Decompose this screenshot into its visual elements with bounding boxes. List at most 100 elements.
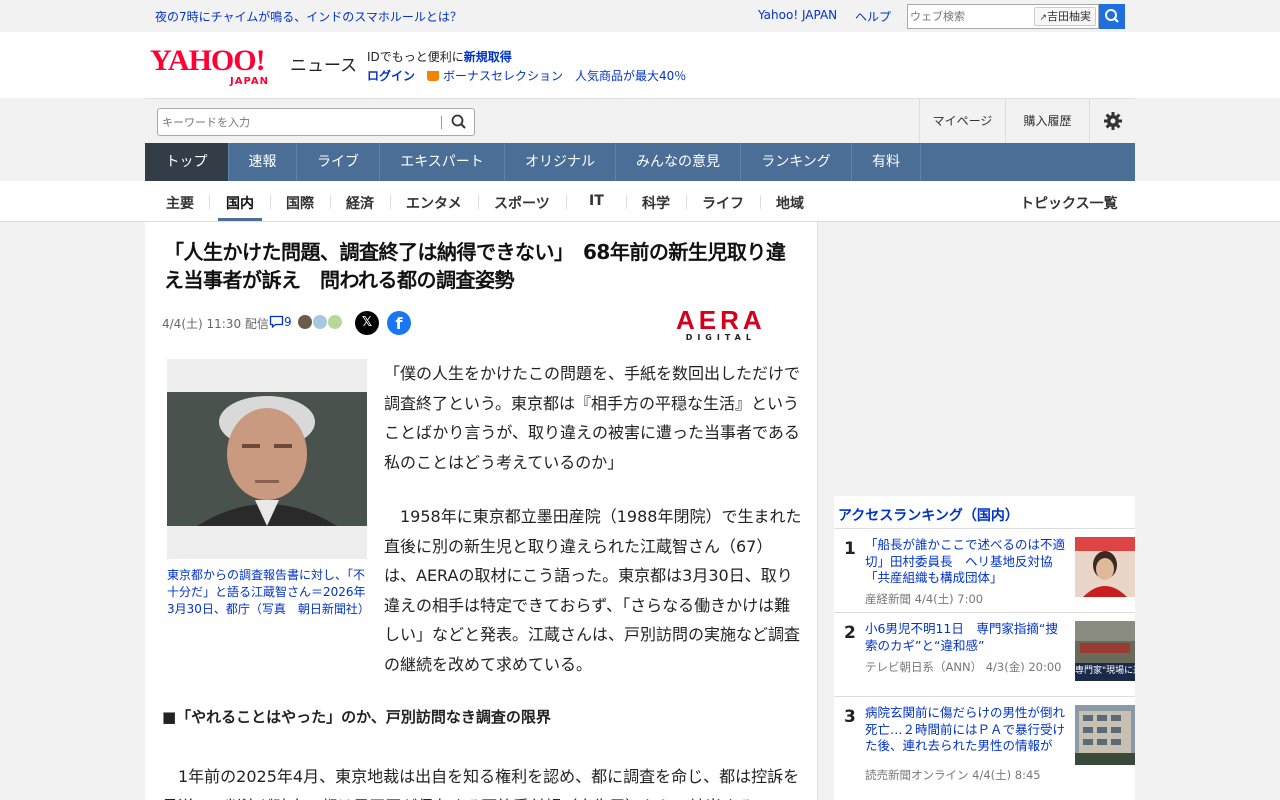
help-link[interactable]: ヘルプ <box>855 8 891 25</box>
rank-number: 2 <box>844 623 856 643</box>
publish-date: 4/4(土) 11:30 配信 <box>162 317 269 331</box>
ranking-source: 読売新聞オンライン 4/4(土) 8:45 <box>865 768 1041 782</box>
promo-link[interactable]: 夜の7時にチャイムが鳴る、インドのスマホルールとは？ <box>155 8 462 25</box>
nav-opinions[interactable]: みんなの意見 <box>616 143 741 181</box>
top-strip: 夜の7時にチャイムが鳴る、インドのスマホルールとは？ Yahoo! JAPAN … <box>0 0 1280 32</box>
topics-list-link[interactable]: トピックス一覧 <box>1020 193 1118 213</box>
rank-number: 3 <box>844 707 856 727</box>
mypage-button[interactable]: マイページ <box>919 99 1005 144</box>
article: 「人生かけた問題、調査終了は納得できない」 68年前の新生児取り違え当事者が訴え… <box>145 222 818 800</box>
nav-expert[interactable]: エキスパート <box>380 143 505 181</box>
gear-icon <box>1103 112 1122 130</box>
cat-region[interactable]: 地域 <box>776 193 804 213</box>
ranking-title: 小6男児不明11日 専門家指摘“捜索のカギ”と“違和感” <box>865 621 1058 653</box>
portrait-image <box>167 392 367 526</box>
ranking-item[interactable]: 1 「船長が誰かここで述べるのは不適切」田村委員長 ヘリ基地反対協「共産組織も構… <box>834 529 1135 613</box>
cat-science[interactable]: 科学 <box>642 193 670 213</box>
ranking-item[interactable]: 2 小6男児不明11日 専門家指摘“捜索のカギ”と“違和感” テレビ朝日系（AN… <box>834 613 1135 697</box>
cat-main[interactable]: 主要 <box>166 193 194 213</box>
ranking-thumbnail: 専門家"現場に違 <box>1075 621 1135 681</box>
publisher-logo[interactable]: AERA DIGITAL <box>676 307 766 342</box>
id-promo: IDでもっと便利に新規取得 <box>367 48 512 65</box>
purchase-history-button[interactable]: 購入履歴 <box>1005 99 1089 144</box>
commenter-avatar <box>313 315 327 329</box>
ranking-source: テレビ朝日系（ANN） 4/3(金) 20:00 <box>865 660 1062 674</box>
ranking-title: 病院玄関前に傷だらけの男性が倒れ死亡…２時間前にはＰＡで暴行受けた後、連れ去られ… <box>865 705 1066 753</box>
bonus-selection-link[interactable]: ボーナスセレクション 人気商品が最大40％ <box>427 67 686 84</box>
main-nav: トップ 速報 ライブ エキスパート オリジナル みんなの意見 ランキング 有料 <box>145 143 1135 181</box>
divider <box>478 195 479 209</box>
keyword-input[interactable] <box>162 113 432 131</box>
sidebar: アクセスランキング（国内） 1 「船長が誰かここで述べるのは不適切」田村委員長 … <box>819 222 1280 800</box>
news-search-row: マイページ 購入履歴 <box>145 98 1135 144</box>
search-suggestion-chip[interactable]: ↗吉田柚実 <box>1034 7 1096 26</box>
photo-caption[interactable]: 東京都からの調査報告書に対し、「不十分だ」と語る江蔵智さん＝2026年3月30日… <box>167 567 370 618</box>
divider <box>270 195 271 209</box>
web-search-input[interactable] <box>910 7 1026 26</box>
x-share-button[interactable]: 𝕏 <box>355 311 379 335</box>
id-promo-text: IDでもっと便利に <box>367 50 464 64</box>
ranking-thumbnail <box>1075 705 1135 765</box>
publisher-name: AERA <box>676 305 766 335</box>
divider <box>760 195 761 209</box>
cat-entertainment[interactable]: エンタメ <box>406 193 462 213</box>
nav-original[interactable]: オリジナル <box>505 143 616 181</box>
ranking-thumbnail-caption: 専門家"現場に違 <box>1075 666 1135 676</box>
cat-international[interactable]: 国際 <box>286 193 314 213</box>
article-title: 「人生かけた問題、調査終了は納得できない」 68年前の新生児取り違え当事者が訴え… <box>164 240 786 292</box>
ranking-title: 「船長が誰かここで述べるのは不適切」田村委員長 ヘリ基地反対協「共産組織も構成団… <box>865 537 1066 585</box>
ranking-heading[interactable]: アクセスランキング（国内） <box>838 505 1019 525</box>
divider <box>441 116 442 129</box>
cat-economy[interactable]: 経済 <box>346 193 374 213</box>
cart-icon <box>427 71 439 81</box>
ranking-thumbnail <box>1075 537 1135 597</box>
settings-button[interactable] <box>1089 99 1135 144</box>
cat-sports[interactable]: スポーツ <box>494 193 550 213</box>
cat-life[interactable]: ライフ <box>702 193 744 213</box>
category-nav: 主要 国内 国際 経済 エンタメ スポーツ IT 科学 ライフ 地域 トピックス… <box>0 181 1280 222</box>
web-search-button[interactable] <box>1099 4 1125 29</box>
logo-yahoo-text: YAHOO! <box>150 44 266 77</box>
article-paragraph: 1958年に東京都立墨田産院（1988年閉院）で生まれた直後に別の新生児と取り違… <box>384 507 802 674</box>
ad-area <box>819 222 1135 497</box>
article-paragraph: 「僕の人生をかけたこの問題を、手紙を数回出しただけで調査終了という。東京都は『相… <box>384 364 801 472</box>
bonus-label: ボーナスセレクション 人気商品が最大40％ <box>443 69 687 83</box>
site-header: YAHOO! JAPAN ニュース IDでもっと便利に新規取得 ログイン ボーナ… <box>0 32 1280 98</box>
rank-number: 1 <box>844 539 856 559</box>
active-tab-indicator <box>218 218 262 221</box>
ranking-item[interactable]: 3 病院玄関前に傷だらけの男性が倒れ死亡…２時間前にはＰＡで暴行受けた後、連れ去… <box>834 697 1135 782</box>
facebook-share-button[interactable]: f <box>387 311 411 335</box>
register-link[interactable]: 新規取得 <box>464 50 512 64</box>
publisher-subname: DIGITAL <box>685 333 756 342</box>
arrow-icon: ↗ <box>1039 13 1047 23</box>
web-search-box: ↗吉田柚実 <box>907 4 1099 29</box>
search-icon[interactable] <box>450 113 468 135</box>
logo-japan-text: JAPAN <box>230 76 269 87</box>
search-icon <box>1105 9 1119 23</box>
nav-breaking[interactable]: 速報 <box>229 143 297 181</box>
divider <box>626 195 627 209</box>
commenter-avatar <box>298 315 312 329</box>
keyword-search-box <box>157 108 475 136</box>
divider <box>390 195 391 209</box>
divider <box>686 195 687 209</box>
comment-count-link[interactable]: 9 <box>269 315 292 329</box>
divider <box>566 195 567 209</box>
nav-paid[interactable]: 有料 <box>852 143 921 181</box>
login-link[interactable]: ログイン <box>367 67 415 84</box>
nav-live[interactable]: ライブ <box>297 143 380 181</box>
ranking-source: 産経新聞 4/4(土) 7:00 <box>865 592 984 606</box>
divider <box>209 195 210 209</box>
comment-icon <box>269 315 284 329</box>
yahoo-news-logo[interactable]: YAHOO! JAPAN ニュース <box>150 44 357 88</box>
search-suggestion-label: 吉田柚実 <box>1047 10 1091 23</box>
nav-top[interactable]: トップ <box>145 143 229 181</box>
nav-ranking[interactable]: ランキング <box>741 143 852 181</box>
article-photo[interactable] <box>167 359 367 559</box>
access-ranking: アクセスランキング（国内） 1 「船長が誰かここで述べるのは不適切」田村委員長 … <box>834 496 1135 800</box>
commenter-avatar <box>328 315 342 329</box>
cat-it[interactable]: IT <box>589 193 604 209</box>
cat-domestic[interactable]: 国内 <box>226 193 254 213</box>
yahoo-japan-link[interactable]: Yahoo! JAPAN <box>758 8 837 22</box>
logo-news-text: ニュース <box>290 56 358 76</box>
